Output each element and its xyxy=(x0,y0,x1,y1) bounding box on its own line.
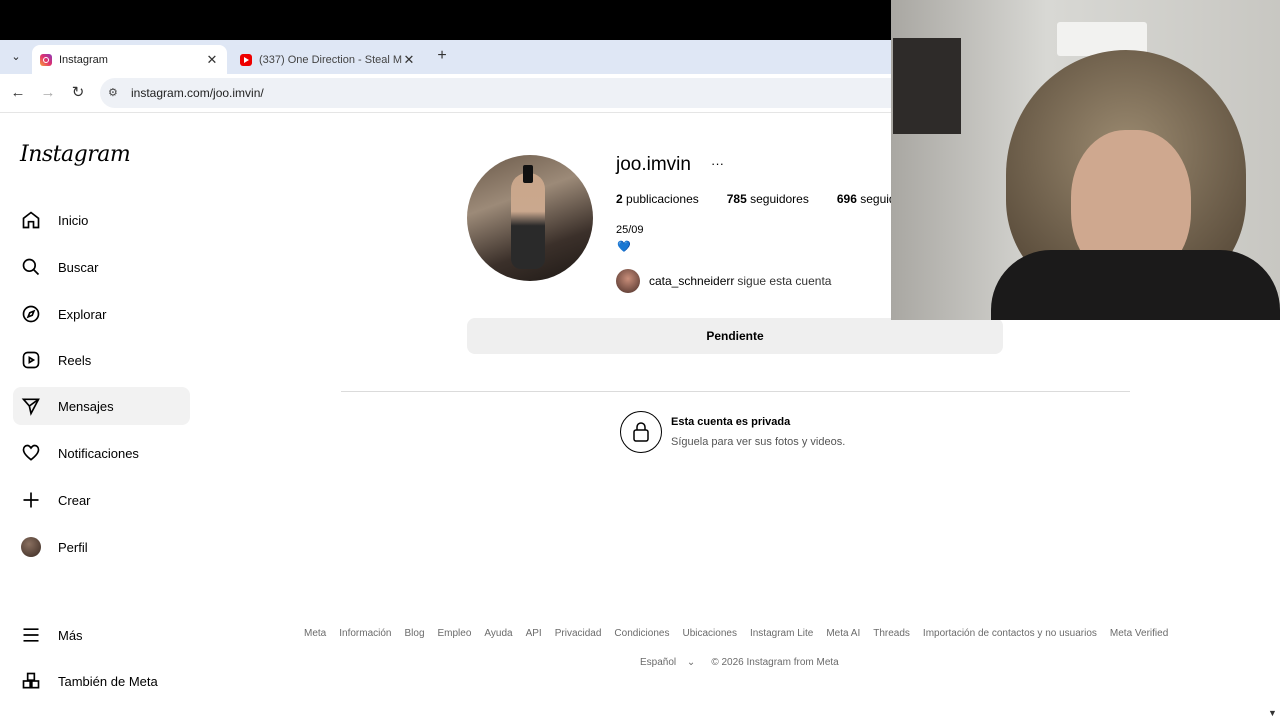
followed-by-text: sigue esta cuenta xyxy=(737,274,832,288)
profile-photo-phone xyxy=(523,165,533,183)
profile-stats: 2 publicaciones 785 seguidores 696 segui… xyxy=(616,192,936,206)
sidebar-item-label: Buscar xyxy=(58,259,99,275)
followers-count: 785 xyxy=(726,192,747,206)
footer-link[interactable]: API xyxy=(526,628,542,639)
sidebar-item-buscar[interactable]: Buscar xyxy=(13,248,190,286)
chevron-down-icon: ⌄ xyxy=(686,657,696,668)
profile-avatar-icon xyxy=(19,535,43,559)
footer-link[interactable]: Meta AI xyxy=(826,628,860,639)
search-icon xyxy=(19,255,43,279)
blue-heart-emoji: 💙 xyxy=(617,241,631,253)
compass-icon xyxy=(19,302,43,326)
followed-by[interactable]: cata_schneiderr sigue esta cuenta xyxy=(616,269,831,293)
url-text[interactable]: instagram.com/joo.imvin/ xyxy=(131,86,264,100)
tab-title: Instagram xyxy=(59,53,108,66)
content-divider xyxy=(341,391,1130,392)
footer-link[interactable]: Instagram Lite xyxy=(750,628,813,639)
lock-icon xyxy=(620,411,662,453)
reload-icon[interactable]: ↻ xyxy=(68,83,88,103)
followers-label: seguidores xyxy=(750,192,809,206)
footer-link[interactable]: Empleo xyxy=(438,628,472,639)
youtube-favicon-icon xyxy=(240,53,252,66)
posts-stat: 2 publicaciones xyxy=(616,192,713,206)
reels-icon xyxy=(19,348,43,372)
menu-icon xyxy=(19,623,43,647)
followers-stat[interactable]: 785 seguidores xyxy=(727,192,823,206)
scroll-down-arrow-icon[interactable]: ▼ xyxy=(1268,708,1277,718)
forward-arrow-icon[interactable]: → xyxy=(38,83,58,103)
tab-instagram[interactable]: Instagram ✕ xyxy=(32,45,227,74)
footer-link[interactable]: Ubicaciones xyxy=(682,628,736,639)
pending-button[interactable]: Pendiente xyxy=(467,318,1003,354)
posts-label: publicaciones xyxy=(626,192,699,206)
tab-search-chevron-icon[interactable]: ⌄ xyxy=(6,50,26,66)
footer-link[interactable]: Importación de contactos y no usuarios xyxy=(923,628,1097,639)
new-tab-button[interactable]: + xyxy=(434,47,450,67)
browser-tab-strip: ⌄ Instagram ✕ (337) One Direction - Stea… xyxy=(0,40,891,74)
heart-icon xyxy=(19,441,43,465)
tab-close-icon[interactable]: ✕ xyxy=(205,52,219,68)
sidebar-item-label: Reels xyxy=(58,352,92,368)
copyright: © 2026 Instagram from Meta xyxy=(711,657,839,668)
sidebar-item-notificaciones[interactable]: Notificaciones xyxy=(13,434,190,472)
follower-avatar xyxy=(616,269,640,293)
language-select[interactable]: Español ⌄ xyxy=(640,657,703,668)
posts-count: 2 xyxy=(616,192,623,206)
footer-link[interactable]: Meta xyxy=(304,628,326,639)
sidebar-item-label: Mensajes xyxy=(58,398,114,414)
profile-photo-figure xyxy=(511,173,545,269)
webcam-person-body xyxy=(991,250,1280,320)
webcam-shelf xyxy=(893,38,961,134)
instagram-logo[interactable]: Instagram xyxy=(20,142,131,167)
profile-username: joo.imvin xyxy=(616,154,691,175)
address-divider xyxy=(0,112,891,113)
profile-picture[interactable] xyxy=(467,155,593,281)
sidebar-item-reels[interactable]: Reels xyxy=(13,341,190,379)
more-options-icon[interactable]: ··· xyxy=(711,156,724,171)
private-account-subtitle: Síguela para ver sus fotos y videos. xyxy=(671,436,846,448)
sidebar-item-mas[interactable]: Más xyxy=(13,616,190,654)
messenger-icon xyxy=(19,394,43,418)
back-arrow-icon[interactable]: ← xyxy=(8,83,28,103)
sidebar-item-label: Explorar xyxy=(58,306,107,322)
sidebar-item-label: Notificaciones xyxy=(58,445,139,461)
footer-bottom: Español ⌄ © 2026 Instagram from Meta xyxy=(640,657,847,668)
webcam-overlay xyxy=(891,0,1280,320)
plus-icon xyxy=(19,488,43,512)
instagram-favicon-icon xyxy=(40,53,52,66)
footer-link[interactable]: Blog xyxy=(404,628,424,639)
footer-link[interactable]: Threads xyxy=(873,628,910,639)
footer-link[interactable]: Información xyxy=(339,628,391,639)
followed-by-username[interactable]: cata_schneiderr xyxy=(649,274,734,288)
site-settings-icon[interactable]: ⚙ xyxy=(108,86,118,99)
tab-youtube[interactable]: (337) One Direction - Steal My Girl ✕ xyxy=(232,45,424,74)
meta-apps-icon xyxy=(19,669,43,693)
sidebar-item-label: Inicio xyxy=(58,212,89,228)
sidebar-item-crear[interactable]: Crear xyxy=(13,481,190,519)
sidebar-item-perfil[interactable]: Perfil xyxy=(13,528,190,566)
private-account-title: Esta cuenta es privada xyxy=(671,416,791,428)
footer-links: Meta Información Blog Empleo Ayuda API P… xyxy=(304,628,1181,639)
sidebar-item-explorar[interactable]: Explorar xyxy=(13,295,190,333)
home-icon xyxy=(19,208,43,232)
footer-link[interactable]: Privacidad xyxy=(555,628,602,639)
sidebar-item-label: Más xyxy=(58,627,83,643)
profile-bio: 25/09 xyxy=(616,224,644,236)
language-label: Español xyxy=(640,657,677,668)
sidebar-item-label: También de Meta xyxy=(58,673,158,689)
address-bar[interactable]: ⚙ instagram.com/joo.imvin/ xyxy=(100,78,891,108)
sidebar-item-mensajes[interactable]: Mensajes xyxy=(13,387,190,425)
footer-link[interactable]: Ayuda xyxy=(484,628,512,639)
sidebar-item-tambien-de-meta[interactable]: También de Meta xyxy=(13,662,190,700)
footer-link[interactable]: Meta Verified xyxy=(1110,628,1168,639)
sidebar-item-label: Crear xyxy=(58,492,91,508)
following-count: 696 xyxy=(836,192,857,206)
footer-link[interactable]: Condiciones xyxy=(614,628,669,639)
tab-title: (337) One Direction - Steal My Girl xyxy=(259,53,402,66)
sidebar-item-inicio[interactable]: Inicio xyxy=(13,201,190,239)
tab-close-icon[interactable]: ✕ xyxy=(402,52,416,68)
sidebar-item-label: Perfil xyxy=(58,539,88,555)
browser-address-row: ← → ↻ ⚙ instagram.com/joo.imvin/ xyxy=(0,74,891,112)
